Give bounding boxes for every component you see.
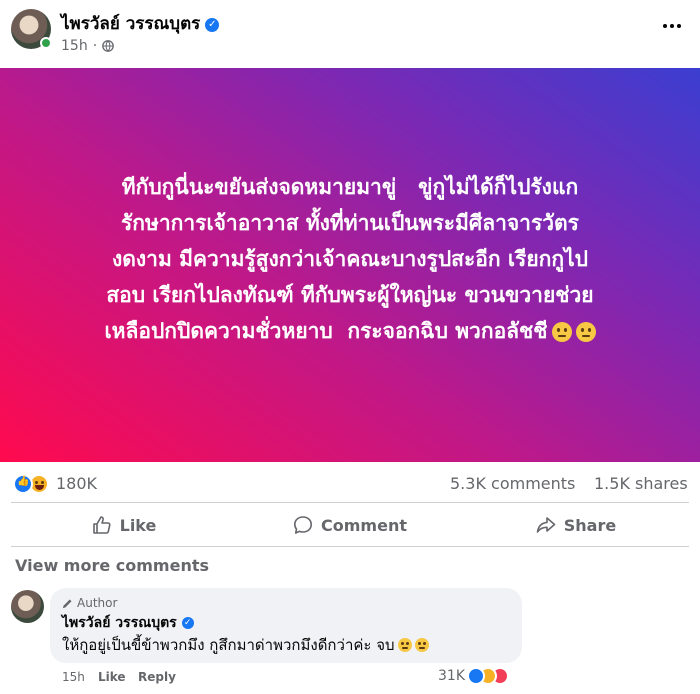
post-time[interactable]: 15h xyxy=(61,38,88,54)
more-options-icon[interactable] xyxy=(660,14,684,38)
comment-like-button[interactable]: Like xyxy=(98,670,126,684)
rolling-eyes-emoji-icon xyxy=(397,638,412,652)
reaction-count[interactable]: 180K xyxy=(56,474,97,493)
like-reaction-icon xyxy=(13,474,33,494)
pencil-icon xyxy=(62,598,72,608)
comment-bubble-icon xyxy=(294,516,313,534)
comment-reaction-count[interactable]: 31K xyxy=(438,668,465,684)
meta-separator: · xyxy=(92,38,98,54)
verified-badge-icon: ✓ xyxy=(205,18,220,32)
post-text-line: งดงาม มีความรู้￼สูงกว่าเจ้าคณะบางรูปสะอี… xyxy=(112,247,588,271)
post-text-line: รักษาการเจ้าอาวาส ￼ทั้งที่ท่านเป็นพระมีศ… xyxy=(121,211,579,235)
comment-reply-button[interactable]: Reply xyxy=(138,670,176,684)
post-stats: 180K 5.3K comments 1.5K shares xyxy=(0,470,700,500)
rolling-eyes-emoji-icon xyxy=(551,322,572,342)
author-name-row: ไพรวัลย์ วรรณบุตร ✓ xyxy=(61,10,220,37)
verified-badge-icon: ✓ xyxy=(181,617,194,629)
comments-count[interactable]: 5.3K comments xyxy=(450,474,575,493)
rolling-eyes-emoji-icon xyxy=(414,638,429,652)
share-button[interactable]: Share xyxy=(463,508,689,542)
post-text-line-last: เหลือปกปิดความชั่วหยาบ ￼ กระจอกฉิบ พวกอล… xyxy=(30,313,670,349)
divider xyxy=(11,546,689,547)
reaction-icons[interactable] xyxy=(13,474,53,496)
divider xyxy=(11,502,689,503)
like-button[interactable]: Like xyxy=(11,508,237,542)
comment-bubble: Author ไพรวัลย์ วรรณบุตร ✓ ให้กูอยู่เป็นข… xyxy=(50,588,522,663)
comment-button-label: Comment xyxy=(321,515,407,535)
post-text: ทีกับกูนี่นะขยันส่งจดหมายมาขู่ ￼ ￼ ขู่กู… xyxy=(30,169,670,349)
like-button-label: Like xyxy=(119,515,157,535)
post-text-line: สอบ เรียกไปลงทัณฑ์ ทีกับพระผู้ใหญ่นะ ขวน… xyxy=(106,283,594,307)
author-badge-label: Author xyxy=(77,596,118,610)
comment-text-content: ให้กูอยู่เป็นขี้ข้าพวกมึง กูสึกมาด่าพวกม… xyxy=(62,636,395,654)
comment-author-row: ไพรวัลย์ วรรณบุตร ✓ xyxy=(62,612,194,634)
shares-count[interactable]: 1.5K shares xyxy=(594,474,688,493)
post-actions: Like Comment Share xyxy=(11,508,689,542)
post-header: ไพรวัลย์ วรรณบุตร ✓ 15h · xyxy=(0,0,700,66)
post-text-line: ทีกับกูนี่นะขยันส่งจดหมายมาขู่ ￼ ￼ ขู่กู… xyxy=(121,175,579,199)
view-more-comments[interactable]: View more comments xyxy=(15,556,209,575)
rolling-eyes-emoji-icon xyxy=(575,322,596,342)
share-arrow-icon xyxy=(536,517,556,533)
comment-time[interactable]: 15h xyxy=(62,670,85,684)
post-text-line-content: เหลือปกปิดความชั่วหยาบ ￼ กระจอกฉิบ พวกอล… xyxy=(104,319,548,343)
comment-author-name[interactable]: ไพรวัลย์ วรรณบุตร xyxy=(62,615,177,631)
comment-footer: 15h Like Reply 31K xyxy=(62,667,522,688)
author-name[interactable]: ไพรวัลย์ วรรณบุตร xyxy=(61,14,200,34)
author-badge: Author xyxy=(62,596,117,610)
comment-text: ให้กูอยู่เป็นขี้ข้าพวกมึง กูสึกมาด่าพวกม… xyxy=(62,633,429,657)
post-banner: ทีกับกูนี่นะขยันส่งจดหมายมาขู่ ￼ ￼ ขู่กู… xyxy=(0,68,700,462)
like-reaction-icon xyxy=(467,667,485,685)
post-meta: 15h · xyxy=(61,38,114,54)
comment-reaction-icons[interactable] xyxy=(467,667,527,687)
globe-icon[interactable] xyxy=(102,40,114,52)
commenter-avatar[interactable] xyxy=(11,590,44,623)
share-button-label: Share xyxy=(563,515,617,535)
thumbs-up-icon xyxy=(92,516,111,534)
online-status-dot xyxy=(40,37,52,49)
comment-button[interactable]: Comment xyxy=(237,508,463,542)
